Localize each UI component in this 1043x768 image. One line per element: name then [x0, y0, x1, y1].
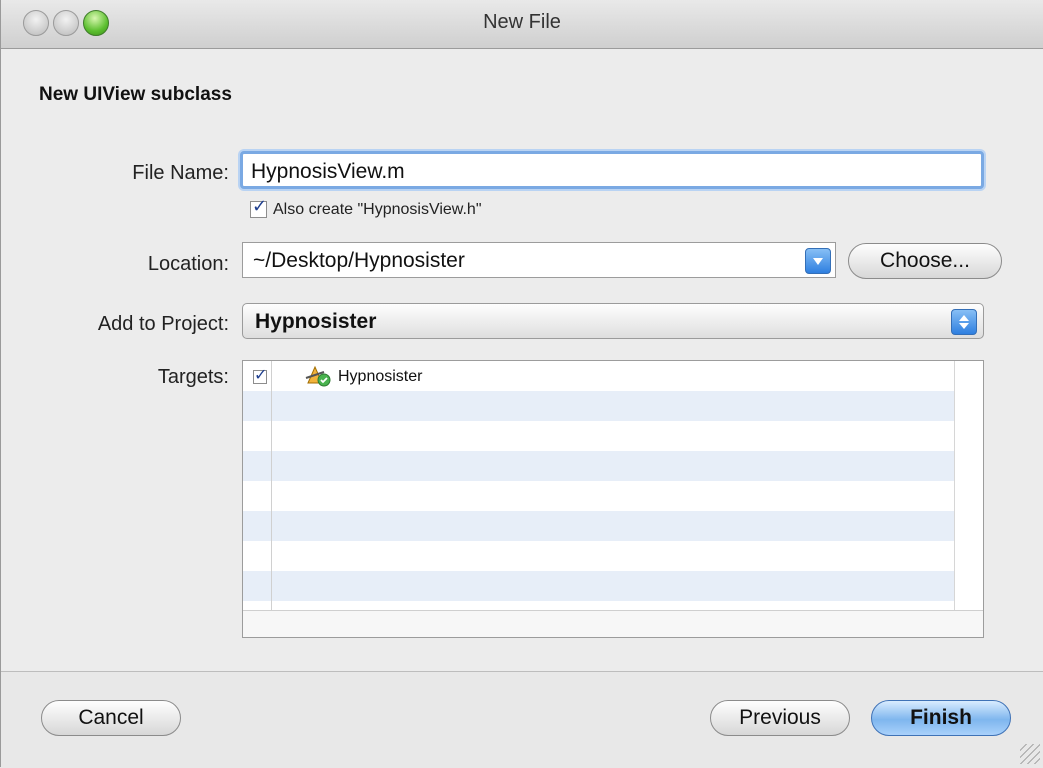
location-combobox[interactable]: ~/Desktop/Hypnosister — [242, 242, 836, 278]
title-bar: New File — [1, 0, 1043, 49]
resize-grip-icon[interactable] — [1020, 744, 1040, 764]
location-value: ~/Desktop/Hypnosister — [253, 249, 465, 272]
choose-button[interactable]: Choose... — [848, 243, 1002, 279]
file-name-label: File Name: — [132, 162, 229, 184]
targets-table[interactable]: Hypnosister — [242, 360, 984, 638]
popup-stepper-arrows-icon[interactable] — [951, 309, 977, 335]
add-to-project-label: Add to Project: — [97, 313, 229, 335]
window-title: New File — [483, 11, 561, 33]
also-create-checkbox[interactable] — [250, 196, 267, 219]
also-create-label: Also create "HypnosisView.h" — [273, 201, 482, 218]
table-row[interactable]: Hypnosister — [243, 361, 983, 391]
location-label: Location: — [147, 253, 229, 275]
new-file-window: New File New UIView subclass File Name: … — [0, 0, 1043, 768]
targets-label: Targets: — [157, 366, 229, 388]
table-row — [243, 511, 983, 541]
cancel-button[interactable]: Cancel — [41, 700, 181, 736]
table-row — [243, 541, 983, 571]
table-row — [243, 391, 983, 421]
add-to-project-value: Hypnosister — [255, 310, 377, 333]
add-to-project-popup[interactable]: Hypnosister — [242, 303, 984, 339]
also-create-header-row[interactable]: Also create "HypnosisView.h" — [250, 196, 482, 219]
button-bar: Cancel Previous Finish — [1, 671, 1043, 768]
target-checkbox[interactable] — [253, 365, 267, 385]
table-row — [243, 571, 983, 601]
file-name-input[interactable]: HypnosisView.m — [240, 151, 984, 189]
table-row — [243, 421, 983, 451]
previous-button[interactable]: Previous — [710, 700, 850, 736]
table-row — [243, 451, 983, 481]
finish-button[interactable]: Finish — [871, 700, 1011, 736]
dialog-heading: New UIView subclass — [39, 84, 232, 105]
targets-scrollbar[interactable] — [954, 361, 983, 637]
table-row — [243, 481, 983, 511]
location-dropdown-arrow-icon[interactable] — [805, 248, 831, 274]
target-app-icon — [305, 365, 331, 387]
targets-footer — [243, 610, 983, 637]
table-column-divider — [271, 361, 272, 611]
target-name: Hypnosister — [338, 368, 423, 385]
